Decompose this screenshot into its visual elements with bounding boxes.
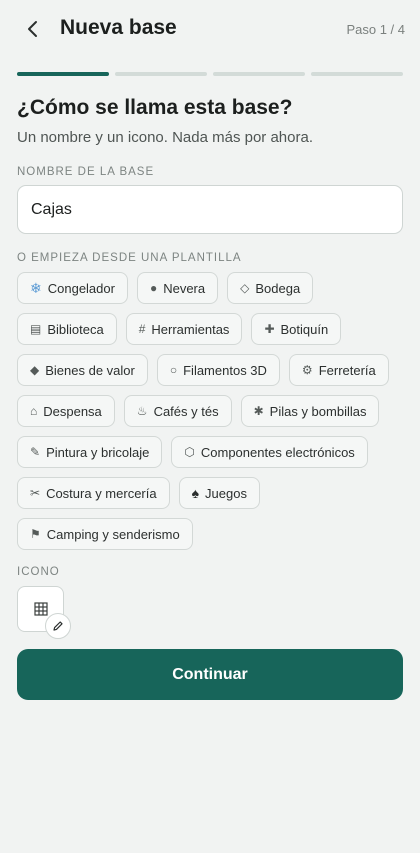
template-chip[interactable]: ⌂ Despensa (17, 395, 115, 427)
template-chip-label: Juegos (205, 485, 247, 501)
spade-icon: ♠ (191, 485, 200, 501)
house-icon: ⌂ (30, 404, 38, 418)
template-chip-label: Botiquín (280, 321, 329, 337)
hash-icon: # (138, 322, 146, 336)
template-chip[interactable]: ● Nevera (136, 272, 219, 304)
progress-segment (115, 72, 207, 76)
edit-icon-button[interactable] (45, 613, 71, 639)
template-chip[interactable]: ✚ Botiquín (251, 313, 342, 345)
template-chip-label: Congelador (47, 280, 115, 296)
template-chip-label: Biblioteca (47, 321, 104, 337)
template-chip-label: Costura y mercería (46, 485, 157, 501)
template-chip-label: Camping y senderismo (46, 526, 180, 542)
diamond-icon: ◆ (30, 363, 40, 377)
template-chip-label: Filamentos 3D (183, 362, 267, 378)
template-chip[interactable]: ❄ Congelador (17, 272, 128, 304)
hexagon-icon: ⬡ (184, 445, 195, 459)
book-icon: ▤ (30, 322, 42, 336)
continue-button[interactable]: Continuar (17, 649, 403, 700)
template-chip-label: Herramientas (151, 321, 230, 337)
template-chip-label: Pilas y bombillas (269, 403, 367, 419)
asterisk-icon: ✱ (253, 404, 264, 418)
base-name-input[interactable] (17, 185, 403, 234)
template-chip[interactable]: ○ Filamentos 3D (156, 354, 280, 386)
template-chip[interactable]: ✱ Pilas y bombillas (240, 395, 380, 427)
grid-icon (33, 602, 48, 616)
template-chip[interactable]: ◇ Bodega (227, 272, 314, 304)
page-title: Nueva base (60, 16, 177, 39)
top-bar: Nueva base Paso 1 / 4 (0, 0, 420, 60)
template-chip[interactable]: ♨ Cafés y tés (123, 395, 232, 427)
dot-icon: ● (149, 281, 158, 295)
template-chip-label: Pintura y bricolaje (46, 444, 150, 460)
progress-bar (17, 72, 403, 77)
hot-cup-icon: ♨ (136, 404, 148, 418)
cross-icon: ✚ (264, 322, 275, 336)
flag-icon: ⚑ (30, 527, 41, 541)
template-chip-label: Nevera (163, 280, 206, 296)
section-heading: ¿Cómo se llama esta base? (17, 96, 293, 119)
template-chip[interactable]: # Herramientas (125, 313, 243, 345)
section-subheading: Un nombre y un icono. Nada más por ahora… (17, 129, 313, 146)
chevron-left-icon (28, 21, 37, 37)
template-chip[interactable]: ⚙ Ferretería (288, 354, 389, 386)
name-field-label: NOMBRE DE LA BASE (17, 166, 155, 178)
template-chip-label: Ferretería (318, 362, 376, 378)
template-chip-label: Componentes electrónicos (200, 444, 355, 460)
template-chip[interactable]: ▤ Biblioteca (17, 313, 117, 345)
template-chip-label: Cafés y tés (153, 403, 219, 419)
icon-label: ICONO (17, 566, 60, 578)
pencil-icon (53, 621, 63, 631)
template-chip[interactable]: ⚑ Camping y senderismo (17, 518, 193, 550)
back-button[interactable] (18, 14, 48, 44)
gear-icon: ⚙ (301, 363, 313, 377)
template-chip-label: Bienes de valor (45, 362, 135, 378)
template-chip-label: Bodega (255, 280, 301, 296)
template-chip[interactable]: ⬡ Componentes electrónicos (171, 436, 368, 468)
progress-segment (311, 72, 403, 76)
progress-segment (17, 72, 109, 76)
progress-segment (213, 72, 305, 76)
templates-label: O EMPIEZA DESDE UNA PLANTILLA (17, 252, 242, 264)
step-indicator: Paso 1 / 4 (346, 22, 405, 37)
scissors-icon: ✂ (30, 486, 41, 500)
template-chip[interactable]: ✎ Pintura y bricolaje (17, 436, 163, 468)
template-chip-list: ❄ Congelador ● Nevera ◇ Bodega ▤ Biblioteca # Her… (17, 272, 407, 550)
template-chip[interactable]: ✂ Costura y mercería (17, 477, 170, 509)
template-chip-label: Despensa (43, 403, 102, 419)
snowflake-icon: ❄ (30, 280, 42, 296)
pencil-icon: ✎ (30, 445, 41, 459)
circle-icon: ○ (169, 363, 178, 377)
diamond-outline-icon: ◇ (240, 281, 250, 295)
template-chip[interactable]: ◆ Bienes de valor (17, 354, 148, 386)
template-chip[interactable]: ♠ Juegos (178, 477, 260, 509)
